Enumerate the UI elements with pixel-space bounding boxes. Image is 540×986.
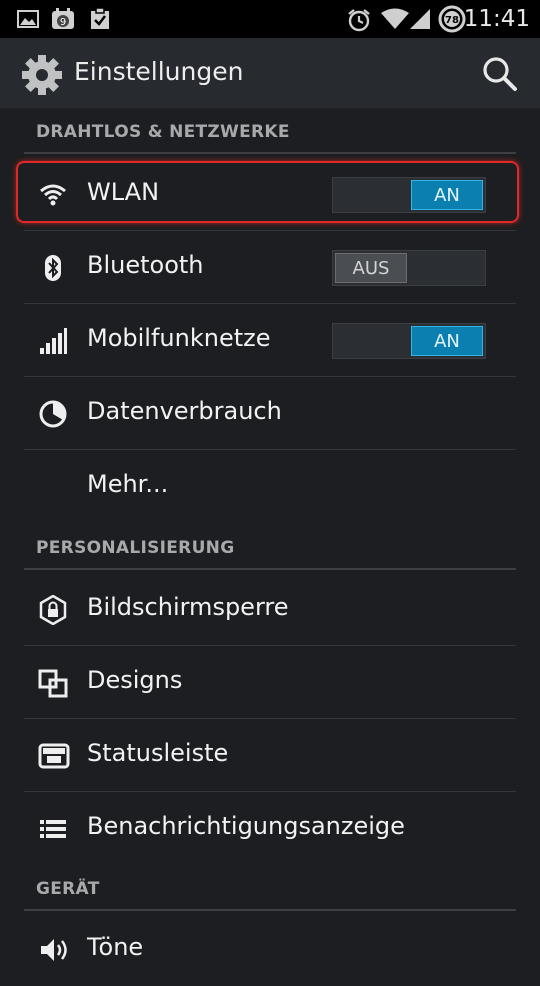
status-bar: 9 78 11:41: [0, 0, 540, 38]
mobile-data-toggle[interactable]: AN: [332, 323, 486, 359]
data-usage-icon: [38, 399, 68, 429]
calendar-notification-icon: 9: [50, 7, 74, 31]
settings-item-label: Benachrichtigungsanzeige: [87, 812, 405, 840]
alarm-icon: [346, 7, 370, 32]
page-title: Einstellungen: [74, 57, 244, 86]
section-title: DRAHTLOS & NETZWERKE: [36, 122, 290, 142]
cell-signal-icon: [408, 7, 432, 31]
settings-item-label: Bluetooth: [87, 251, 204, 279]
settings-item-label: Statusleiste: [87, 739, 229, 767]
toggle-state: AUS: [335, 253, 407, 283]
cell-signal-icon: [38, 326, 68, 356]
notification-badge: 9: [60, 17, 66, 28]
lock-icon: [38, 595, 68, 625]
statusbar-icon: [38, 741, 70, 771]
section-header-device: GERÄT: [24, 871, 516, 911]
settings-item-statusbar[interactable]: Statusleiste: [24, 719, 516, 792]
wifi-signal-icon: [380, 7, 410, 31]
settings-item-more[interactable]: Mehr...: [24, 450, 516, 523]
speaker-icon: [38, 935, 68, 965]
settings-item-data-usage[interactable]: Datenverbrauch: [24, 377, 516, 450]
section-header-personalization: PERSONALISIERUNG: [24, 530, 516, 570]
gear-icon[interactable]: [20, 53, 64, 97]
bluetooth-icon: [38, 253, 68, 283]
settings-item-label: Töne: [87, 933, 144, 961]
section-title: GERÄT: [36, 879, 100, 899]
toggle-state: AN: [411, 180, 483, 210]
notification-list-icon: [38, 814, 68, 844]
settings-item-label: Datenverbrauch: [87, 397, 282, 425]
wifi-icon: [38, 180, 68, 210]
image-icon: [16, 7, 40, 31]
wlan-toggle[interactable]: AN: [332, 177, 486, 213]
settings-item-label: Bildschirmsperre: [87, 593, 289, 621]
toggle-state: AN: [411, 326, 483, 356]
search-icon[interactable]: [480, 54, 520, 94]
settings-item-mobile-networks[interactable]: Mobilfunknetze AN: [24, 304, 516, 377]
battery-level: 78: [445, 15, 459, 26]
bluetooth-toggle[interactable]: AUS: [332, 250, 486, 286]
designs-icon: [38, 668, 68, 698]
settings-item-label: WLAN: [87, 178, 160, 206]
section-header-wireless: DRAHTLOS & NETZWERKE: [24, 114, 516, 154]
settings-item-designs[interactable]: Designs: [24, 646, 516, 719]
section-title: PERSONALISIERUNG: [36, 538, 235, 558]
settings-item-label: Mobilfunknetze: [87, 324, 271, 352]
settings-item-label: Designs: [87, 666, 183, 694]
battery-icon: 78: [438, 5, 466, 33]
settings-item-bluetooth[interactable]: Bluetooth AUS: [24, 231, 516, 304]
settings-item-notifications[interactable]: Benachrichtigungsanzeige: [24, 792, 516, 865]
settings-item-label: Mehr...: [87, 470, 169, 498]
action-bar: Einstellungen: [0, 38, 540, 110]
status-clock: 11:41: [463, 6, 530, 32]
settings-item-lockscreen[interactable]: Bildschirmsperre: [24, 573, 516, 646]
clipboard-check-icon: [88, 7, 112, 31]
settings-item-wlan[interactable]: WLAN AN: [24, 158, 516, 231]
settings-item-sounds[interactable]: Töne: [24, 913, 516, 986]
